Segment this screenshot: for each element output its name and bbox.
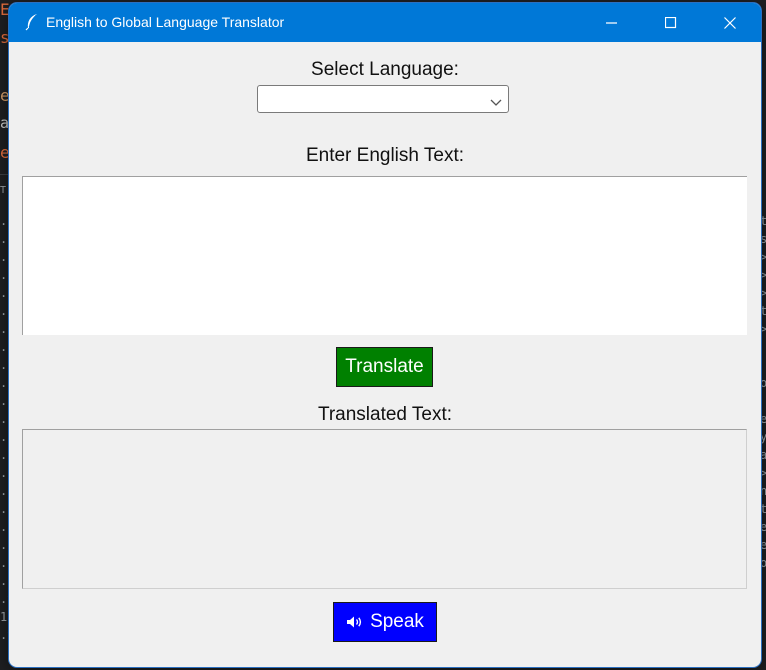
chevron-down-icon [490, 95, 502, 106]
speak-button[interactable]: Speak [333, 602, 437, 642]
translate-button-label: Translate [345, 356, 424, 377]
window-title: English to Global Language Translator [46, 14, 285, 30]
feather-icon [24, 13, 40, 31]
speaker-icon [346, 615, 364, 629]
minimize-button[interactable] [589, 3, 635, 42]
translate-button[interactable]: Translate [336, 347, 433, 387]
translator-window: English to Global Language Translator Se… [9, 3, 761, 667]
title-bar[interactable]: English to Global Language Translator [9, 3, 761, 42]
translated-text-output[interactable] [22, 429, 747, 589]
select-language-label: Select Language: [311, 59, 459, 80]
close-icon [724, 16, 736, 29]
bg-fragment: T [0, 185, 7, 196]
speak-button-label: Speak [370, 611, 424, 632]
translated-text-label: Translated Text: [317, 404, 453, 425]
maximize-button[interactable] [648, 3, 694, 42]
enter-text-label: Enter English Text: [305, 145, 465, 166]
language-dropdown[interactable] [257, 85, 509, 113]
minimize-icon [606, 17, 618, 29]
english-text-input[interactable] [22, 176, 747, 335]
close-button[interactable] [707, 3, 753, 42]
maximize-icon [665, 16, 677, 29]
